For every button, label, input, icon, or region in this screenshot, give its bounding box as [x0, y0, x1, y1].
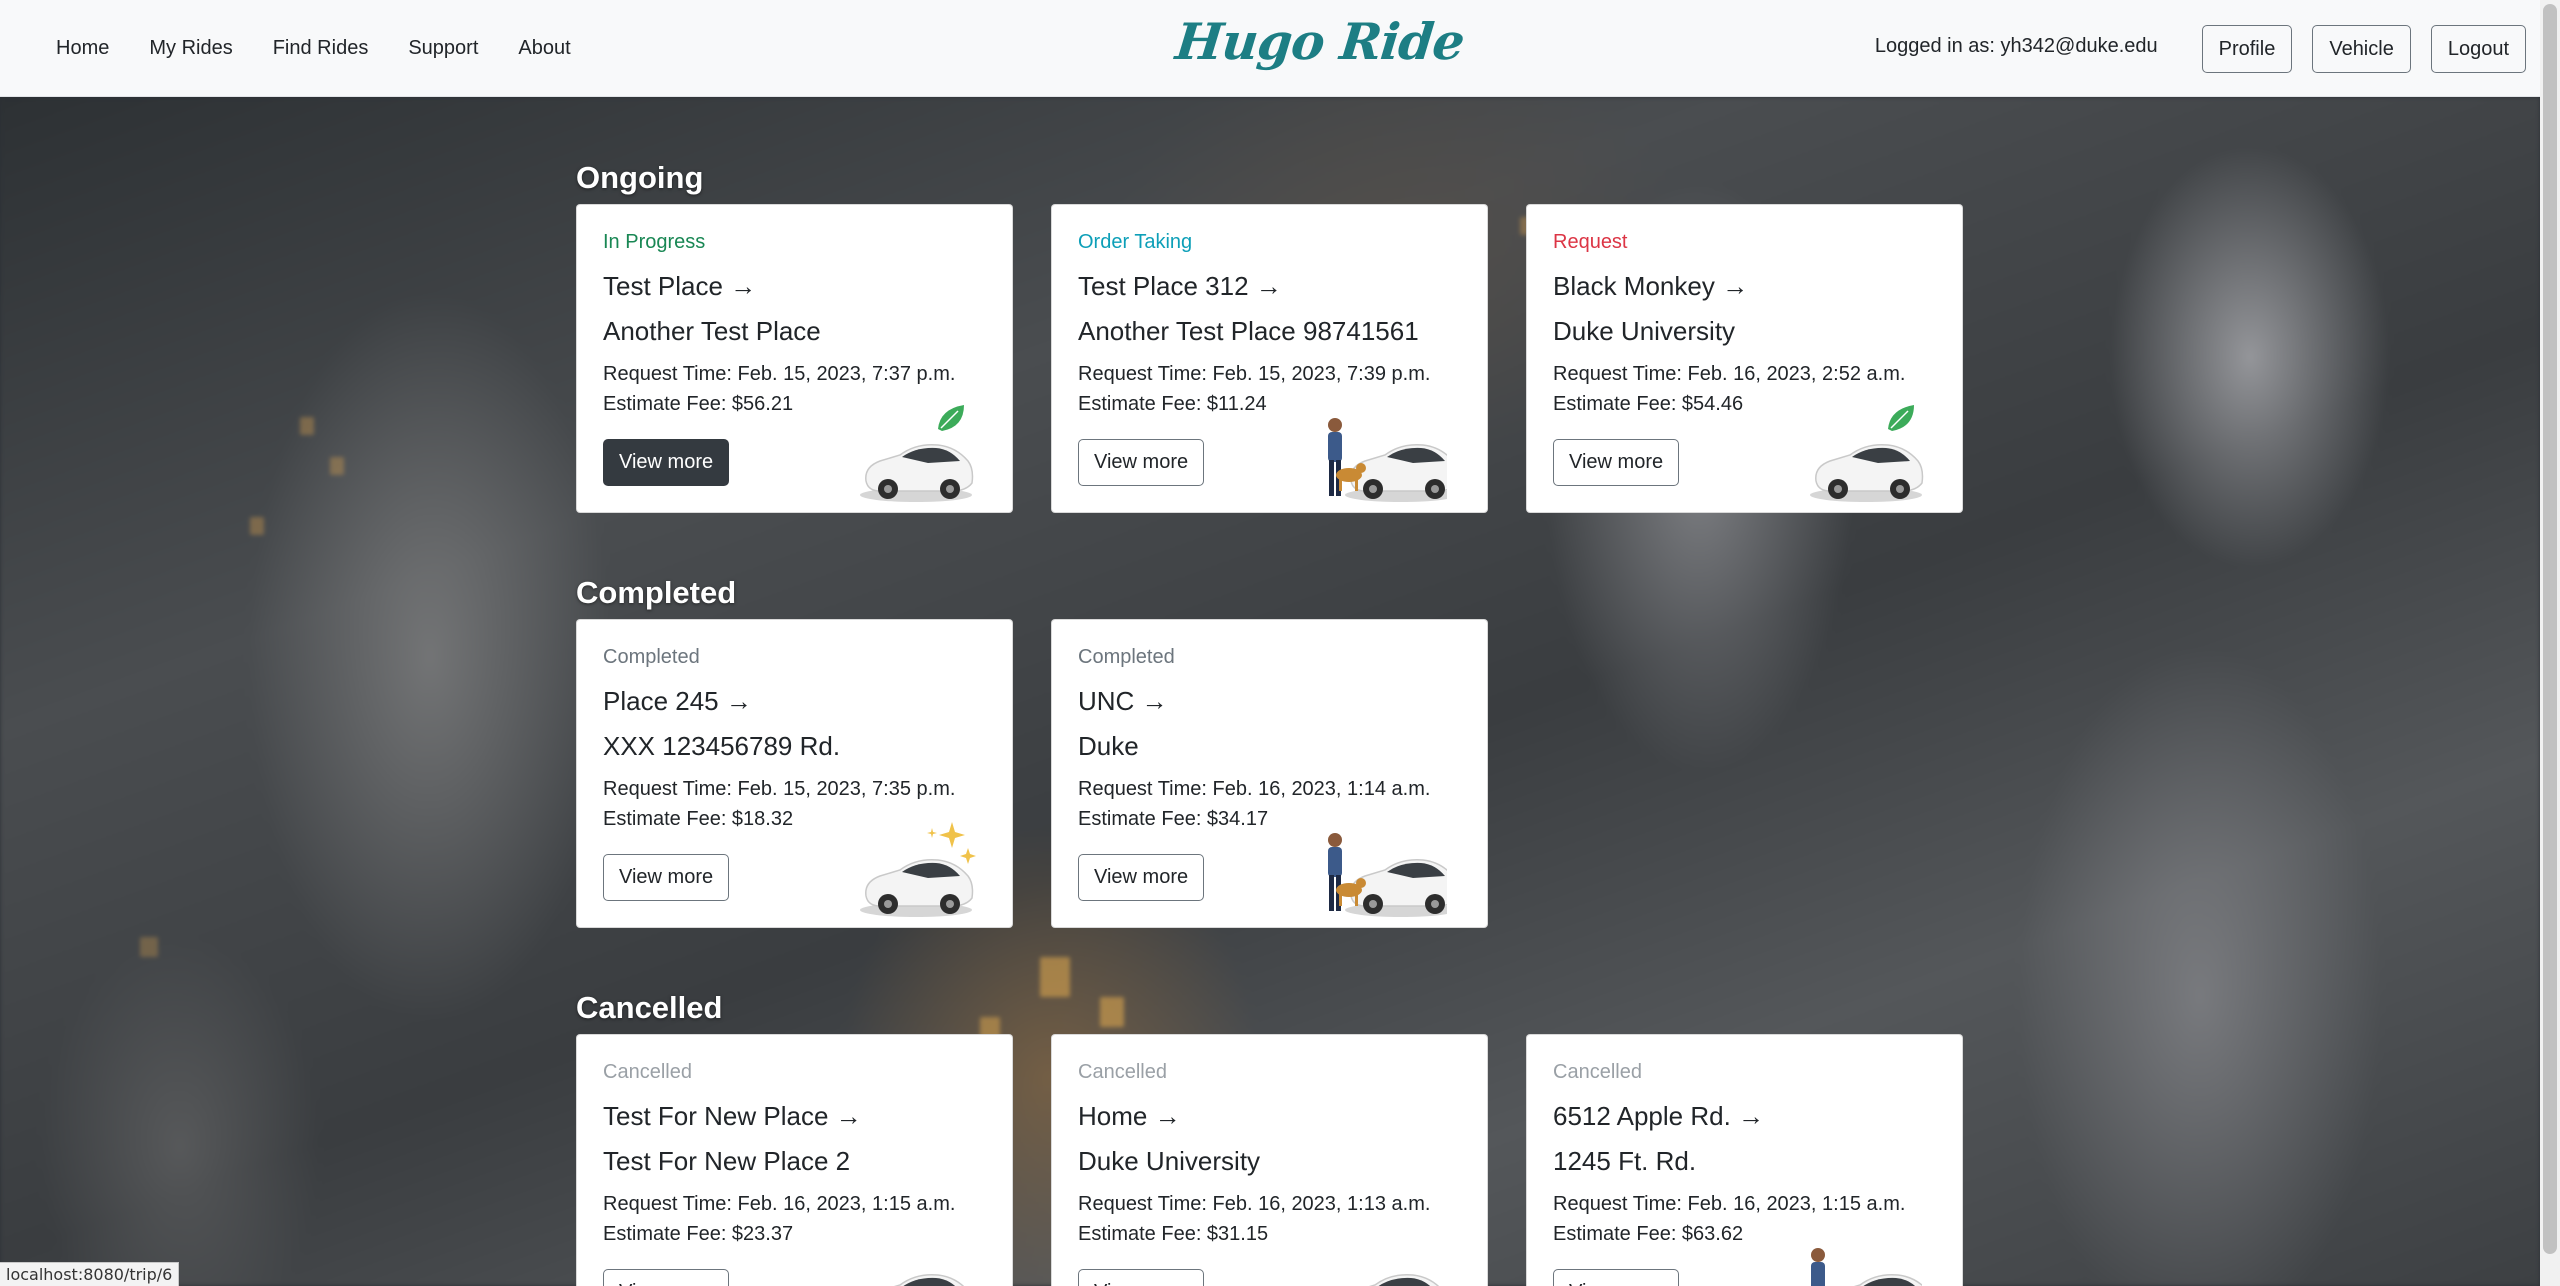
section-title-cancelled: Cancelled — [576, 990, 723, 1025]
estimate-fee: Estimate Fee: $31.15 — [1078, 1223, 1269, 1245]
ride-status: In Progress — [603, 231, 706, 253]
scrollbar-thumb[interactable] — [2543, 4, 2557, 1254]
ride-origin: Test Place → — [603, 271, 757, 301]
profile-button[interactable]: Profile — [2201, 24, 2293, 73]
view-more-button[interactable]: View more — [603, 854, 730, 901]
request-time: Request Time: Feb. 15, 2023, 7:35 p.m. — [603, 778, 956, 800]
estimate-fee: Estimate Fee: $18.32 — [603, 808, 794, 830]
ride-origin: Home → — [1078, 1101, 1181, 1131]
ride-destination: Another Test Place 98741561 — [1078, 316, 1419, 346]
eco-car-icon — [859, 404, 974, 503]
view-more-button[interactable]: View more — [1553, 439, 1680, 486]
ride-origin: UNC → — [1078, 686, 1168, 716]
car-icon — [1334, 1273, 1449, 1286]
section-title-ongoing: Ongoing — [576, 160, 704, 195]
ride-destination: Test For New Place 2 — [603, 1146, 851, 1176]
ride-status: Cancelled — [1078, 1061, 1167, 1083]
ride-origin: Test Place 312 → — [1078, 271, 1282, 301]
view-more-button[interactable]: View more — [1553, 1269, 1680, 1286]
ride-origin: Black Monkey → — [1553, 271, 1749, 301]
ride-destination: Duke University — [1078, 1146, 1261, 1176]
ride-card-ongoing-1: In Progress Test Place → Another Test Pl… — [576, 204, 1013, 513]
car-icon — [859, 1273, 974, 1286]
navbar: Home My Rides Find Rides Support About H… — [0, 0, 2540, 97]
ride-card-cancelled-2: Cancelled Home → Duke University Request… — [1051, 1034, 1488, 1286]
ride-destination: Duke University — [1553, 316, 1736, 346]
nav-links: Home My Rides Find Rides Support About — [40, 0, 595, 97]
view-more-button[interactable]: View more — [603, 439, 730, 486]
nav-link-my-rides[interactable]: My Rides — [133, 37, 248, 60]
ride-card-cancelled-1: Cancelled Test For New Place → Test For … — [576, 1034, 1013, 1286]
nav-link-find-rides[interactable]: Find Rides — [257, 37, 385, 60]
car-with-person-and-dog-icon — [1328, 833, 1447, 918]
ride-card-completed-2: Completed UNC → Duke Request Time: Feb. … — [1051, 619, 1488, 928]
view-more-button[interactable]: View more — [1078, 439, 1205, 486]
ride-destination: XXX 123456789 Rd. — [603, 731, 841, 761]
estimate-fee: Estimate Fee: $23.37 — [603, 1223, 794, 1245]
request-time: Request Time: Feb. 15, 2023, 7:39 p.m. — [1078, 363, 1431, 385]
section-title-completed: Completed — [576, 575, 737, 610]
ride-card-ongoing-3: Request Black Monkey → Duke University R… — [1526, 204, 1963, 513]
ride-card-cancelled-3: Cancelled 6512 Apple Rd. → 1245 Ft. Rd. … — [1526, 1034, 1963, 1286]
ride-status: Completed — [1078, 646, 1175, 668]
ride-card-ongoing-2: Order Taking Test Place 312 → Another Te… — [1051, 204, 1488, 513]
ride-destination: Another Test Place — [603, 316, 821, 346]
request-time: Request Time: Feb. 16, 2023, 2:52 a.m. — [1553, 363, 1906, 385]
nav-user-area: Logged in as: yh342@duke.edu Profile Veh… — [1875, 0, 2526, 97]
car-with-person-and-dog-icon — [1328, 418, 1447, 503]
request-time: Request Time: Feb. 16, 2023, 1:15 a.m. — [603, 1193, 956, 1215]
ride-status: Order Taking — [1078, 231, 1193, 253]
ride-destination: Duke — [1078, 731, 1139, 761]
ride-origin: 6512 Apple Rd. → — [1553, 1101, 1765, 1131]
ride-status: Completed — [603, 646, 700, 668]
ride-status: Cancelled — [603, 1061, 692, 1083]
estimate-fee: Estimate Fee: $34.17 — [1078, 808, 1269, 830]
view-more-button[interactable]: View more — [603, 1269, 730, 1286]
view-more-button[interactable]: View more — [1078, 1269, 1205, 1286]
sparkle-car-icon — [859, 822, 976, 918]
car-with-person-icon — [1811, 1248, 1922, 1286]
nav-link-home[interactable]: Home — [40, 37, 125, 60]
status-bar-url: localhost:8080/trip/6 — [0, 1262, 180, 1286]
request-time: Request Time: Feb. 15, 2023, 7:37 p.m. — [603, 363, 956, 385]
page-scrollbar[interactable] — [2540, 0, 2560, 1286]
ride-destination: 1245 Ft. Rd. — [1553, 1146, 1697, 1176]
nav-link-about[interactable]: About — [502, 37, 586, 60]
vehicle-button[interactable]: Vehicle — [2312, 24, 2411, 73]
estimate-fee: Estimate Fee: $63.62 — [1553, 1223, 1744, 1245]
nav-link-support[interactable]: Support — [392, 37, 494, 60]
ride-status: Cancelled — [1553, 1061, 1642, 1083]
ride-origin: Place 245 → — [603, 686, 752, 716]
eco-car-icon — [1809, 404, 1924, 503]
ride-card-completed-1: Completed Place 245 → XXX 123456789 Rd. … — [576, 619, 1013, 928]
logged-in-text: Logged in as: yh342@duke.edu — [1874, 35, 2158, 57]
ride-status: Request — [1553, 231, 1628, 253]
request-time: Request Time: Feb. 16, 2023, 1:13 a.m. — [1078, 1193, 1431, 1215]
view-more-button[interactable]: View more — [1078, 854, 1205, 901]
ride-origin: Test For New Place → — [603, 1101, 862, 1131]
estimate-fee: Estimate Fee: $56.21 — [603, 393, 794, 415]
estimate-fee: Estimate Fee: $11.24 — [1078, 393, 1267, 415]
logout-button[interactable]: Logout — [2430, 24, 2526, 73]
estimate-fee: Estimate Fee: $54.46 — [1553, 393, 1744, 415]
brand-logo[interactable]: Hugo Ride — [1173, 12, 1467, 71]
request-time: Request Time: Feb. 16, 2023, 1:14 a.m. — [1078, 778, 1431, 800]
request-time: Request Time: Feb. 16, 2023, 1:15 a.m. — [1553, 1193, 1906, 1215]
